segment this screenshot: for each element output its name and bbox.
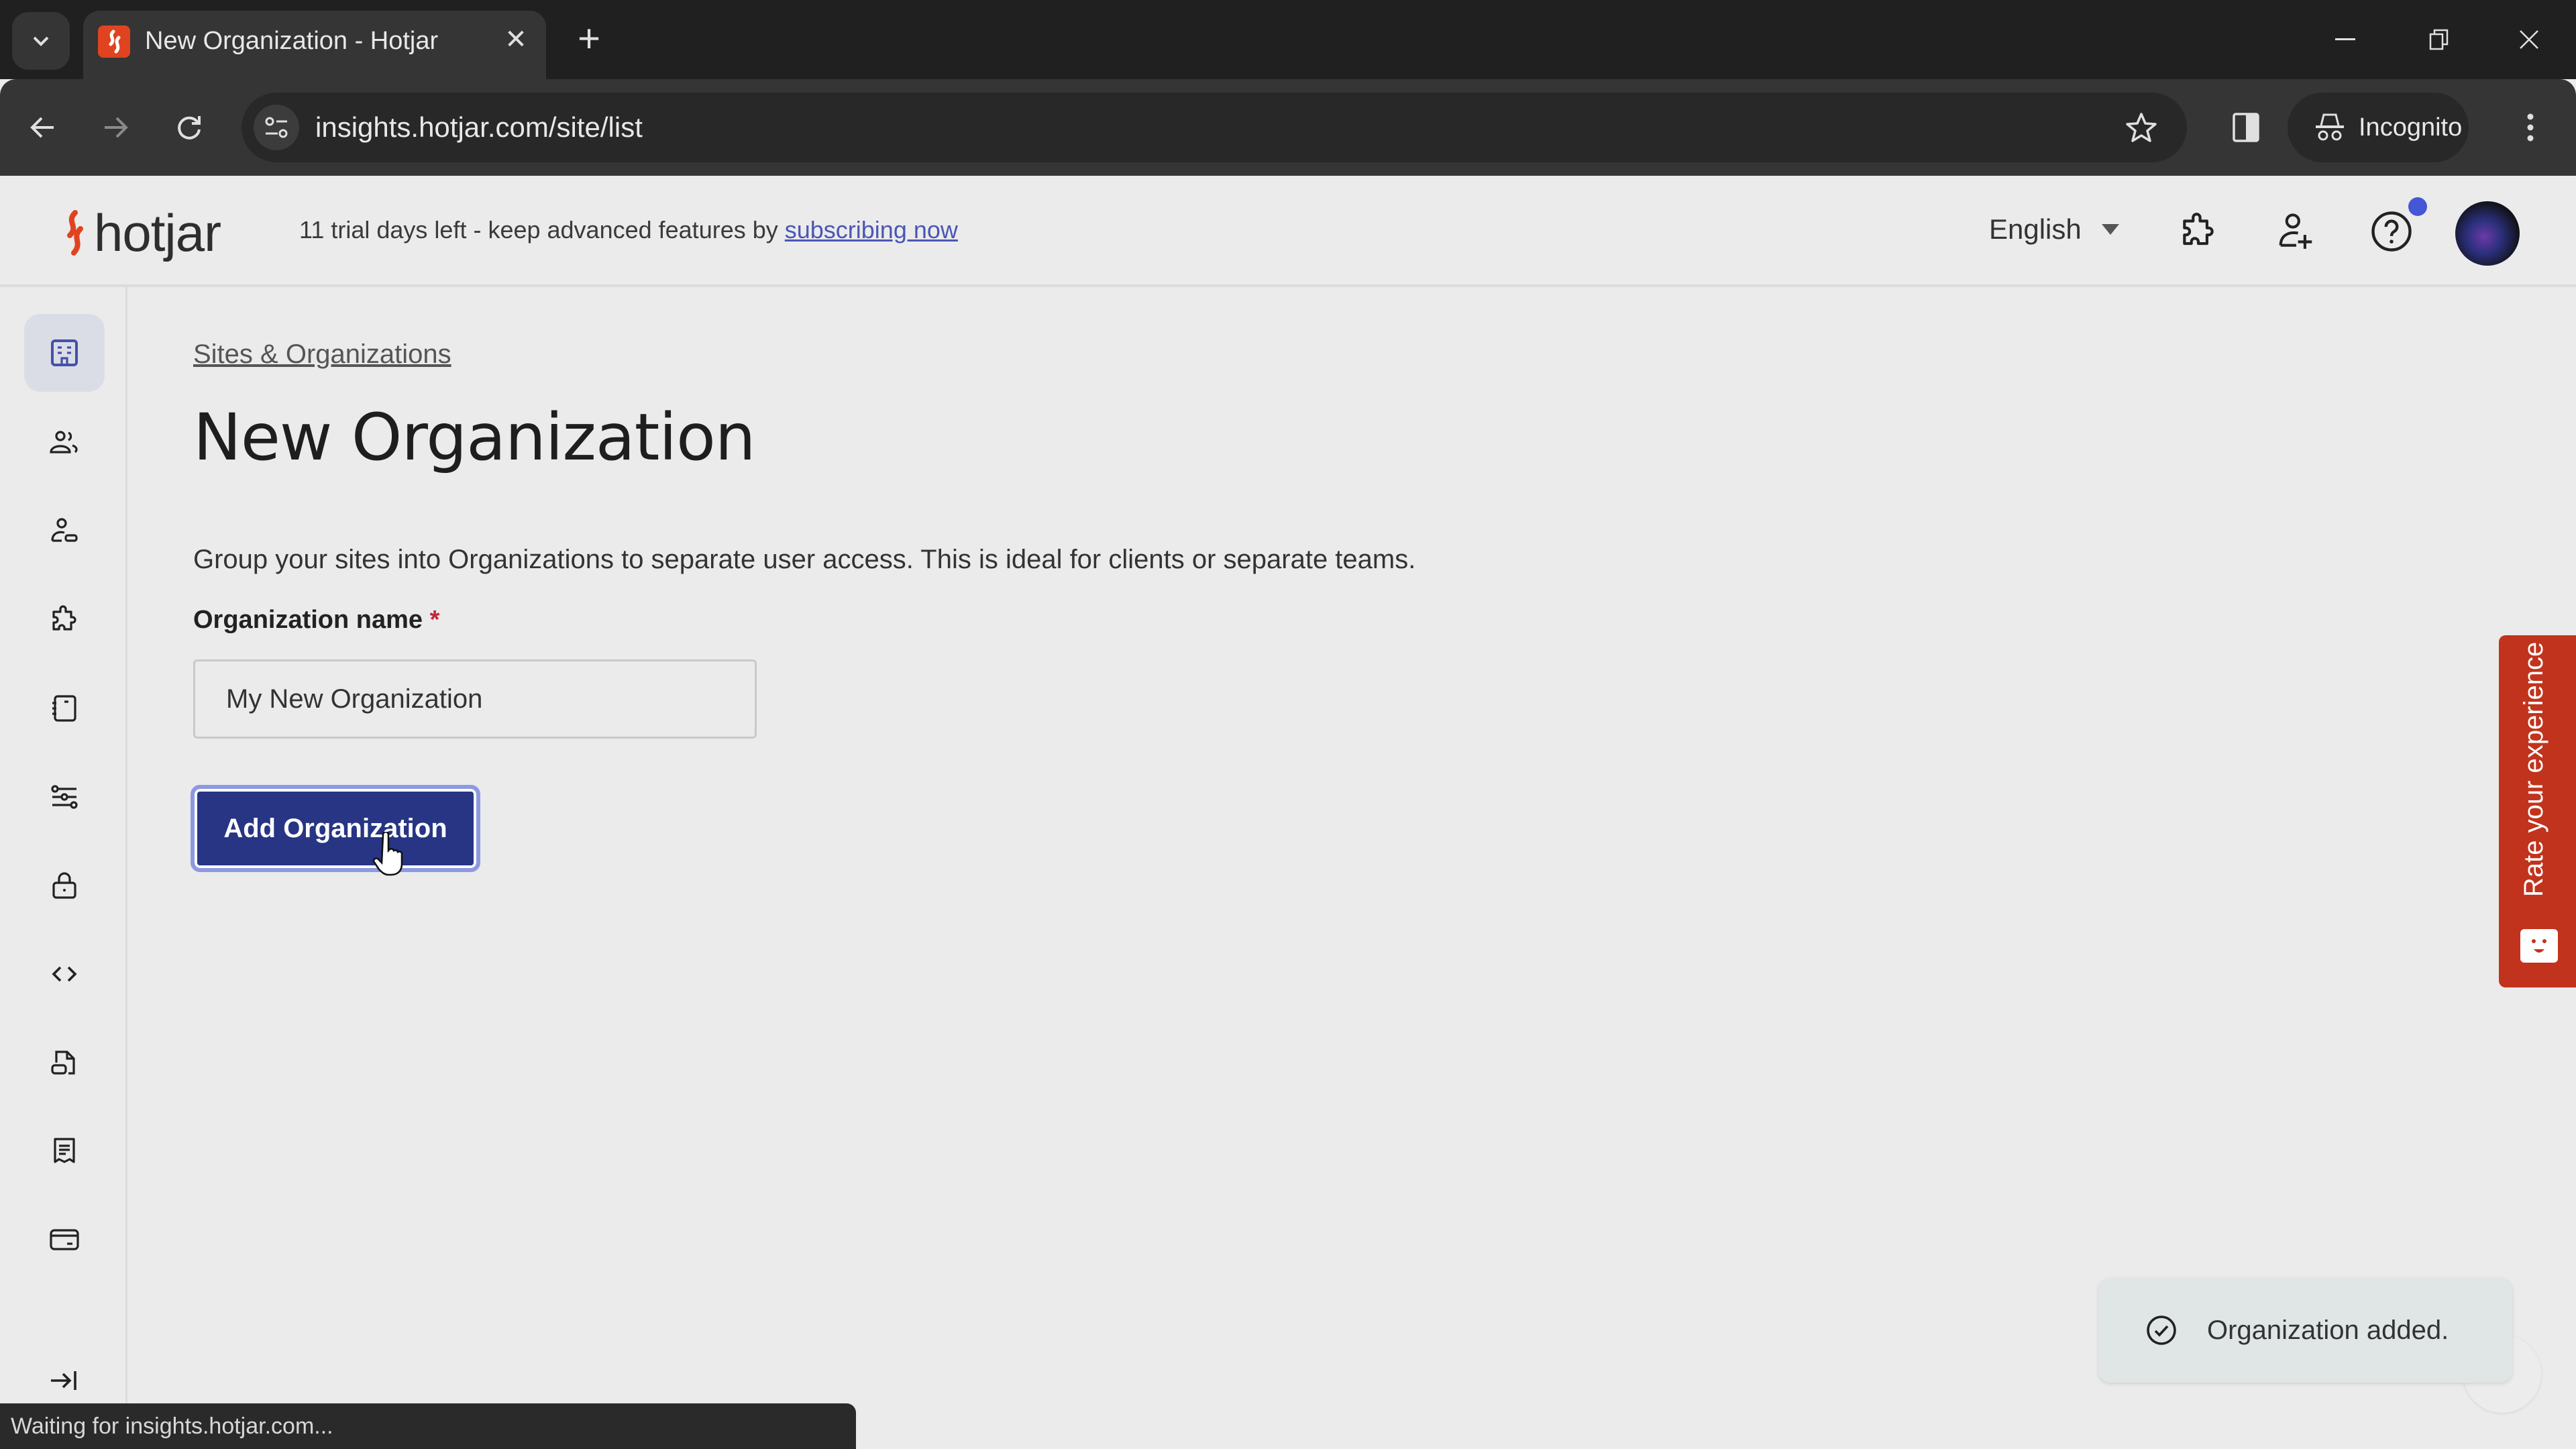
hotjar-favicon-icon (98, 25, 130, 58)
close-window-button[interactable] (2502, 16, 2556, 63)
sidebar-item-user-access[interactable] (24, 492, 105, 570)
logo-text: hotjar (94, 203, 221, 262)
collapse-arrow-icon (51, 1371, 76, 1390)
reload-button[interactable] (168, 106, 211, 149)
chevron-down-icon (33, 36, 49, 46)
add-organization-button[interactable]: Add Organization (191, 785, 480, 872)
toast-notification: Organization added. (2098, 1278, 2512, 1383)
organization-name-label: Organization name * (193, 606, 439, 635)
caret-down-icon (2101, 224, 2119, 235)
label-text: Organization name (193, 606, 423, 634)
file-icon (51, 1051, 75, 1075)
url-text[interactable]: insights.hotjar.com/site/list (315, 111, 643, 144)
browser-toolbar: insights.hotjar.com/site/list Incognito (0, 79, 2576, 176)
address-bar[interactable]: insights.hotjar.com/site/list (241, 93, 2187, 162)
trial-banner: 11 trial days left - keep advanced featu… (299, 216, 958, 244)
breadcrumb-sites-organizations[interactable]: Sites & Organizations (193, 339, 451, 370)
minimize-icon (2335, 38, 2355, 40)
notification-dot (2408, 197, 2427, 216)
credit-card-icon (50, 1229, 79, 1250)
organization-name-input[interactable] (193, 659, 757, 739)
bookmark-star-icon[interactable] (2123, 109, 2160, 146)
sidebar-item-security[interactable] (24, 847, 105, 924)
restore-icon (2429, 29, 2449, 50)
browser-tab[interactable]: New Organization - Hotjar ✕ (83, 11, 546, 79)
help-button[interactable] (2367, 207, 2416, 256)
code-icon (52, 966, 77, 982)
side-panel-icon (2233, 113, 2259, 142)
page-description: Group your sites into Organizations to s… (193, 545, 1416, 574)
add-user-icon (2279, 213, 2312, 249)
sidebar-item-tracking-code[interactable] (24, 935, 105, 1013)
subscribe-link[interactable]: subscribing now (785, 216, 958, 244)
new-tab-button[interactable]: + (569, 19, 609, 59)
tab-close-icon[interactable]: ✕ (499, 23, 533, 56)
hotjar-logo[interactable]: hotjar (60, 203, 221, 264)
kebab-menu-icon (2527, 113, 2534, 142)
help-icon (2371, 211, 2412, 252)
receipt-icon (54, 1138, 75, 1163)
arrow-left-icon (30, 117, 54, 138)
language-value: English (1989, 213, 2082, 245)
hotjar-flame-icon (67, 209, 83, 256)
incognito-indicator[interactable]: Incognito (2288, 93, 2469, 162)
sidebar-item-users[interactable] (24, 404, 105, 482)
sidebar-item-billing[interactable] (24, 1201, 105, 1279)
browser-tab-bar: New Organization - Hotjar ✕ + (0, 0, 2576, 79)
app-header: hotjar 11 trial days left - keep advance… (0, 176, 2576, 287)
side-panel-button[interactable] (2224, 106, 2267, 149)
browser-status-bar: Waiting for insights.hotjar.com... (0, 1403, 856, 1449)
check-circle-icon (2147, 1316, 2176, 1345)
rate-experience-label: Rate your experience (2519, 641, 2548, 897)
trial-text: 11 trial days left - keep advanced featu… (299, 216, 785, 244)
puzzle-icon (52, 605, 76, 631)
sidebar-item-files[interactable] (24, 1024, 105, 1102)
smiley-chat-icon (2520, 929, 2558, 963)
user-avatar[interactable] (2455, 201, 2520, 266)
sidebar-item-logs[interactable] (24, 669, 105, 747)
page-title: New Organization (193, 400, 756, 475)
restore-button[interactable] (2412, 16, 2466, 63)
sidebar-item-organizations[interactable] (24, 314, 105, 392)
minimize-button[interactable] (2318, 16, 2372, 63)
language-select[interactable]: English (1989, 213, 2119, 246)
back-button[interactable] (21, 106, 64, 149)
reload-icon (178, 116, 201, 140)
sidebar-item-settings[interactable] (24, 758, 105, 836)
close-icon (2520, 30, 2538, 49)
user-badge-icon (51, 518, 78, 542)
tab-search-button[interactable] (12, 12, 70, 70)
sidebar (0, 287, 127, 1403)
hand-cursor-icon (372, 832, 403, 876)
site-info-icon[interactable] (254, 105, 299, 150)
invite-user-button[interactable] (2271, 207, 2321, 256)
puzzle-icon (2183, 213, 2214, 246)
building-icon (51, 339, 78, 366)
incognito-label: Incognito (2359, 113, 2463, 142)
toast-message: Organization added. (2207, 1315, 2449, 1345)
users-icon (50, 431, 78, 453)
sliders-icon (51, 785, 78, 809)
rate-experience-button[interactable]: Rate your experience (2499, 635, 2576, 987)
integrations-button[interactable] (2174, 207, 2223, 256)
sidebar-item-integrations[interactable] (24, 581, 105, 659)
forward-button[interactable] (94, 106, 137, 149)
browser-menu-button[interactable] (2509, 106, 2552, 149)
required-marker: * (429, 606, 440, 634)
arrow-right-icon (105, 117, 128, 138)
sidebar-item-invoices[interactable] (24, 1112, 105, 1190)
notebook-icon (52, 695, 76, 722)
tab-title: New Organization - Hotjar (145, 27, 439, 55)
lock-icon (52, 872, 76, 899)
incognito-icon (2316, 113, 2344, 141)
